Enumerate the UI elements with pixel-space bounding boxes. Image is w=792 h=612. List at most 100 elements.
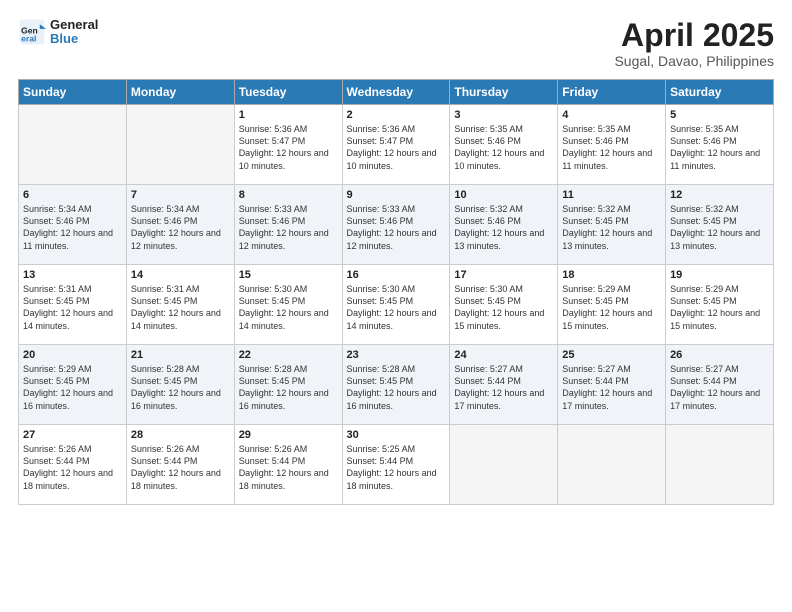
table-row: 26Sunrise: 5:27 AM Sunset: 5:44 PM Dayli… bbox=[666, 345, 774, 425]
table-row: 6 Sunrise: 5:34 AM Sunset: 5:46 PM Daylig… bbox=[19, 185, 127, 265]
day-info: Sunrise: 5:33 AM Sunset: 5:46 PM Dayligh… bbox=[347, 203, 446, 252]
day-number: 30 bbox=[347, 429, 446, 441]
day-info: Sunrise: 5:27 AM Sunset: 5:44 PM Dayligh… bbox=[454, 363, 553, 412]
table-row: 29 Sunrise: 5:26 AM Sunset: 5:44 PM Dayli… bbox=[234, 425, 342, 505]
calendar-table: Sunday Monday Tuesday Wednesday Thursday… bbox=[18, 79, 774, 505]
day-number: 29 bbox=[239, 429, 338, 441]
table-row: 16 Sunrise: 5:30 AM Sunset: 5:45 PM Dayli… bbox=[342, 265, 450, 345]
day-number: 24 bbox=[454, 349, 553, 361]
table-row: 17 Sunrise: 5:30 AM Sunset: 5:45 PM Dayli… bbox=[450, 265, 558, 345]
day-info: Sunrise: 5:29 AM Sunset: 5:45 PM Dayligh… bbox=[562, 283, 661, 332]
day-number: 14 bbox=[131, 269, 230, 281]
day-number: 23 bbox=[347, 349, 446, 361]
day-number: 9 bbox=[347, 189, 446, 201]
table-row: 25 Sunrise: 5:27 AM Sunset: 5:44 PM Dayli… bbox=[558, 345, 666, 425]
header-sunday: Sunday bbox=[19, 80, 127, 105]
day-number: 6 bbox=[23, 189, 122, 201]
day-number: 17 bbox=[454, 269, 553, 281]
table-row: 20Sunrise: 5:29 AM Sunset: 5:45 PM Dayli… bbox=[19, 345, 127, 425]
day-info: Sunrise: 5:26 AM Sunset: 5:44 PM Dayligh… bbox=[131, 443, 230, 492]
day-info: Sunrise: 5:32 AM Sunset: 5:45 PM Dayligh… bbox=[562, 203, 661, 252]
logo-text-general: General bbox=[50, 17, 98, 32]
day-info: Sunrise: 5:33 AM Sunset: 5:46 PM Dayligh… bbox=[239, 203, 338, 252]
day-number: 26 bbox=[670, 349, 769, 361]
day-number: 15 bbox=[239, 269, 338, 281]
table-row bbox=[666, 425, 774, 505]
header-tuesday: Tuesday bbox=[234, 80, 342, 105]
day-info: Sunrise: 5:30 AM Sunset: 5:45 PM Dayligh… bbox=[454, 283, 553, 332]
svg-text:eral: eral bbox=[21, 34, 36, 44]
calendar-week-row: 20Sunrise: 5:29 AM Sunset: 5:45 PM Dayli… bbox=[19, 345, 774, 425]
day-info: Sunrise: 5:36 AM Sunset: 5:47 PM Dayligh… bbox=[239, 123, 338, 172]
header-monday: Monday bbox=[126, 80, 234, 105]
day-info: Sunrise: 5:36 AM Sunset: 5:47 PM Dayligh… bbox=[347, 123, 446, 172]
day-info: Sunrise: 5:25 AM Sunset: 5:44 PM Dayligh… bbox=[347, 443, 446, 492]
table-row: 5Sunrise: 5:35 AM Sunset: 5:46 PM Daylig… bbox=[666, 105, 774, 185]
logo: Gen eral General Blue bbox=[18, 18, 98, 47]
calendar-header-row: Sunday Monday Tuesday Wednesday Thursday… bbox=[19, 80, 774, 105]
table-row: 23 Sunrise: 5:28 AM Sunset: 5:45 PM Dayli… bbox=[342, 345, 450, 425]
day-number: 19 bbox=[670, 269, 769, 281]
day-info: Sunrise: 5:28 AM Sunset: 5:45 PM Dayligh… bbox=[131, 363, 230, 412]
day-info: Sunrise: 5:31 AM Sunset: 5:45 PM Dayligh… bbox=[23, 283, 122, 332]
day-info: Sunrise: 5:26 AM Sunset: 5:44 PM Dayligh… bbox=[23, 443, 122, 492]
calendar-week-row: 27 Sunrise: 5:26 AM Sunset: 5:44 PM Dayli… bbox=[19, 425, 774, 505]
day-info: Sunrise: 5:32 AM Sunset: 5:45 PM Dayligh… bbox=[670, 203, 769, 252]
table-row: 10 Sunrise: 5:32 AM Sunset: 5:46 PM Dayli… bbox=[450, 185, 558, 265]
day-number: 2 bbox=[347, 109, 446, 121]
logo-icon: Gen eral bbox=[18, 18, 46, 46]
day-number: 12 bbox=[670, 189, 769, 201]
table-row: 12 Sunrise: 5:32 AM Sunset: 5:45 PM Dayli… bbox=[666, 185, 774, 265]
table-row: 9 Sunrise: 5:33 AM Sunset: 5:46 PM Daylig… bbox=[342, 185, 450, 265]
day-info: Sunrise: 5:34 AM Sunset: 5:46 PM Dayligh… bbox=[23, 203, 122, 252]
table-row: 13 Sunrise: 5:31 AM Sunset: 5:45 PM Dayli… bbox=[19, 265, 127, 345]
calendar-week-row: 13 Sunrise: 5:31 AM Sunset: 5:45 PM Dayli… bbox=[19, 265, 774, 345]
table-row: 28 Sunrise: 5:26 AM Sunset: 5:44 PM Dayli… bbox=[126, 425, 234, 505]
day-info: Sunrise: 5:32 AM Sunset: 5:46 PM Dayligh… bbox=[454, 203, 553, 252]
day-info: Sunrise: 5:35 AM Sunset: 5:46 PM Dayligh… bbox=[670, 123, 769, 172]
month-title: April 2025 bbox=[614, 18, 774, 53]
table-row: 14 Sunrise: 5:31 AM Sunset: 5:45 PM Dayli… bbox=[126, 265, 234, 345]
day-info: Sunrise: 5:28 AM Sunset: 5:45 PM Dayligh… bbox=[347, 363, 446, 412]
table-row: 3Sunrise: 5:35 AM Sunset: 5:46 PM Daylig… bbox=[450, 105, 558, 185]
table-row bbox=[450, 425, 558, 505]
day-info: Sunrise: 5:29 AM Sunset: 5:45 PM Dayligh… bbox=[23, 363, 122, 412]
day-number: 13 bbox=[23, 269, 122, 281]
table-row: 30 Sunrise: 5:25 AM Sunset: 5:44 PM Dayli… bbox=[342, 425, 450, 505]
table-row: 1 Sunrise: 5:36 AM Sunset: 5:47 PM Daylig… bbox=[234, 105, 342, 185]
day-info: Sunrise: 5:28 AM Sunset: 5:45 PM Dayligh… bbox=[239, 363, 338, 412]
day-info: Sunrise: 5:35 AM Sunset: 5:46 PM Dayligh… bbox=[562, 123, 661, 172]
table-row: 2 Sunrise: 5:36 AM Sunset: 5:47 PM Daylig… bbox=[342, 105, 450, 185]
day-number: 27 bbox=[23, 429, 122, 441]
day-info: Sunrise: 5:31 AM Sunset: 5:45 PM Dayligh… bbox=[131, 283, 230, 332]
logo-text-blue: Blue bbox=[50, 31, 78, 46]
location-subtitle: Sugal, Davao, Philippines bbox=[614, 53, 774, 69]
header-friday: Friday bbox=[558, 80, 666, 105]
day-info: Sunrise: 5:34 AM Sunset: 5:46 PM Dayligh… bbox=[131, 203, 230, 252]
day-info: Sunrise: 5:30 AM Sunset: 5:45 PM Dayligh… bbox=[347, 283, 446, 332]
table-row: 27 Sunrise: 5:26 AM Sunset: 5:44 PM Dayli… bbox=[19, 425, 127, 505]
title-block: April 2025 Sugal, Davao, Philippines bbox=[614, 18, 774, 69]
table-row: 8 Sunrise: 5:33 AM Sunset: 5:46 PM Daylig… bbox=[234, 185, 342, 265]
table-row: 7Sunrise: 5:34 AM Sunset: 5:46 PM Daylig… bbox=[126, 185, 234, 265]
day-number: 1 bbox=[239, 109, 338, 121]
day-number: 18 bbox=[562, 269, 661, 281]
day-number: 16 bbox=[347, 269, 446, 281]
table-row bbox=[19, 105, 127, 185]
day-number: 22 bbox=[239, 349, 338, 361]
day-info: Sunrise: 5:26 AM Sunset: 5:44 PM Dayligh… bbox=[239, 443, 338, 492]
day-number: 28 bbox=[131, 429, 230, 441]
day-info: Sunrise: 5:27 AM Sunset: 5:44 PM Dayligh… bbox=[562, 363, 661, 412]
table-row: 18 Sunrise: 5:29 AM Sunset: 5:45 PM Dayli… bbox=[558, 265, 666, 345]
table-row: 11Sunrise: 5:32 AM Sunset: 5:45 PM Dayli… bbox=[558, 185, 666, 265]
page-header: Gen eral General Blue April 2025 Sugal, … bbox=[18, 18, 774, 69]
table-row: 4 Sunrise: 5:35 AM Sunset: 5:46 PM Daylig… bbox=[558, 105, 666, 185]
table-row bbox=[558, 425, 666, 505]
calendar-week-row: 6 Sunrise: 5:34 AM Sunset: 5:46 PM Daylig… bbox=[19, 185, 774, 265]
day-number: 8 bbox=[239, 189, 338, 201]
day-number: 10 bbox=[454, 189, 553, 201]
day-number: 25 bbox=[562, 349, 661, 361]
table-row bbox=[126, 105, 234, 185]
day-number: 4 bbox=[562, 109, 661, 121]
table-row: 15Sunrise: 5:30 AM Sunset: 5:45 PM Dayli… bbox=[234, 265, 342, 345]
